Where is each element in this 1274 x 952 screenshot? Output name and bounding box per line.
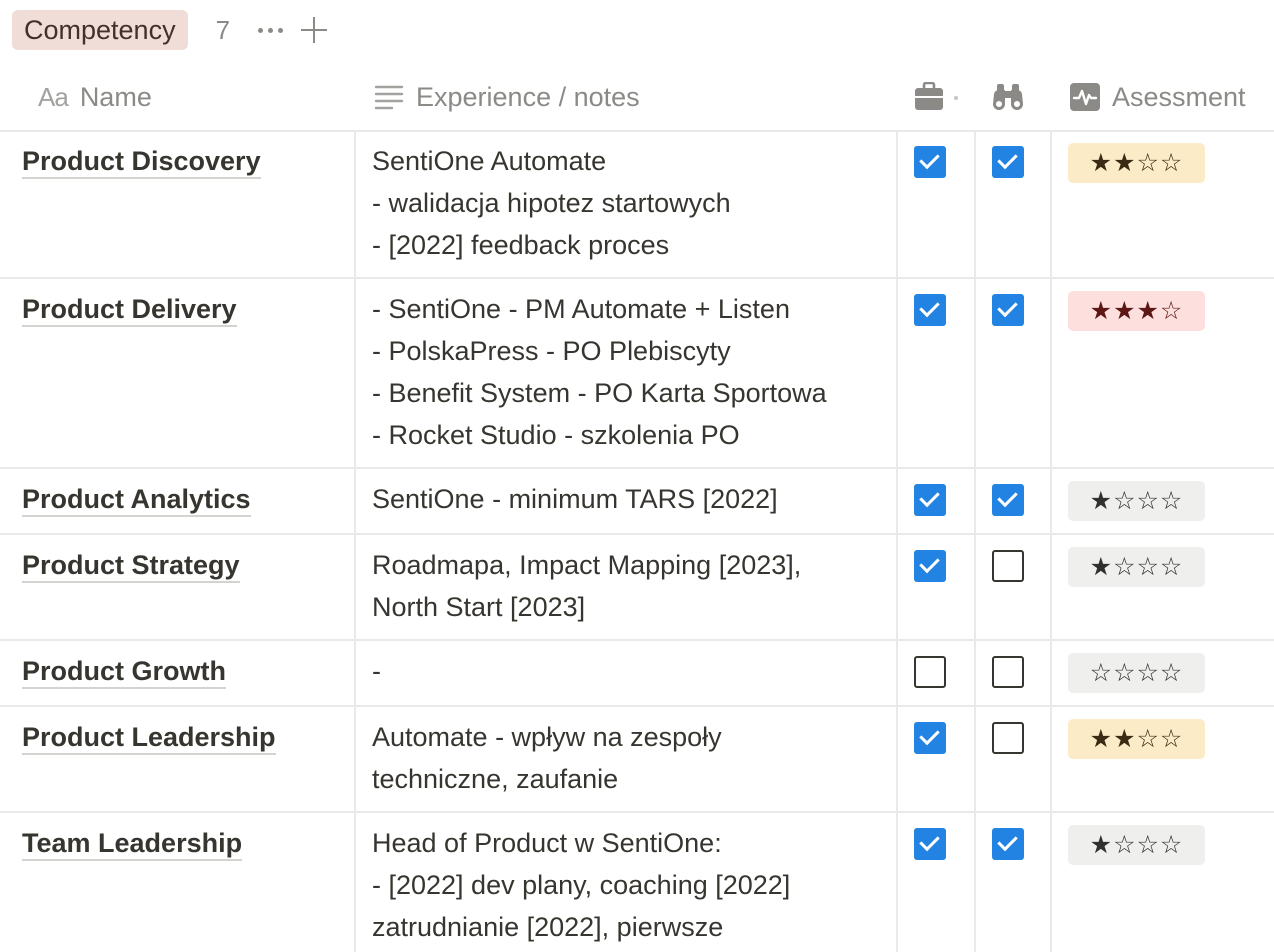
star-rating[interactable]: ★★★☆ — [1068, 291, 1205, 331]
row-notes[interactable]: Roadmapa, Impact Mapping [2023], North S… — [372, 544, 882, 628]
row-checkbox-binoculars[interactable] — [992, 722, 1024, 754]
row-notes[interactable]: Automate - wpływ na zespoły techniczne, … — [372, 716, 882, 800]
table-row: Product Strategy Roadmapa, Impact Mappin… — [0, 535, 1274, 641]
row-checkbox-binoculars[interactable] — [992, 294, 1024, 326]
row-checkbox-binoculars[interactable] — [992, 656, 1024, 688]
row-checkbox-binoculars[interactable] — [992, 146, 1024, 178]
star-rating[interactable]: ★☆☆☆ — [1068, 547, 1205, 587]
column-header-notes[interactable]: Experience / notes — [374, 64, 640, 130]
row-name[interactable]: Product Delivery — [22, 293, 237, 327]
row-checkbox-briefcase[interactable] — [914, 550, 946, 582]
briefcase-icon — [915, 82, 958, 110]
table-row: Product Discovery SentiOne Automate - wa… — [0, 131, 1274, 279]
row-checkbox-briefcase[interactable] — [914, 146, 946, 178]
binoculars-icon — [993, 84, 1023, 110]
row-checkbox-briefcase[interactable] — [914, 656, 946, 688]
row-checkbox-briefcase[interactable] — [914, 828, 946, 860]
row-name[interactable]: Product Leadership — [22, 721, 276, 755]
group-tag[interactable]: Competency — [12, 10, 188, 50]
group-count: 7 — [215, 14, 231, 45]
table-header: Aa Name Experience / notes Asessment — [0, 64, 1274, 132]
star-rating[interactable]: ★★☆☆ — [1068, 143, 1205, 183]
row-checkbox-briefcase[interactable] — [914, 294, 946, 326]
column-header-assessment[interactable]: Asessment — [1070, 64, 1246, 130]
table-row: Team Leadership Head of Product w SentiO… — [0, 813, 1274, 952]
row-checkbox-binoculars[interactable] — [992, 550, 1024, 582]
column-label-notes: Experience / notes — [416, 81, 640, 112]
row-checkbox-briefcase[interactable] — [914, 722, 946, 754]
row-checkbox-binoculars[interactable] — [992, 484, 1024, 516]
activity-icon — [1070, 83, 1100, 111]
star-rating[interactable]: ☆☆☆☆ — [1068, 653, 1205, 693]
group-header: Competency 7 — [12, 10, 328, 50]
row-checkbox-briefcase[interactable] — [914, 484, 946, 516]
row-name[interactable]: Team Leadership — [22, 827, 243, 861]
column-label-name: Name — [79, 81, 152, 112]
star-rating[interactable]: ★☆☆☆ — [1068, 825, 1205, 865]
add-icon[interactable] — [300, 16, 328, 44]
table-row: Product Analytics SentiOne - minimum TAR… — [0, 469, 1274, 535]
row-notes[interactable]: SentiOne - minimum TARS [2022] — [372, 478, 882, 520]
row-checkbox-binoculars[interactable] — [992, 828, 1024, 860]
table-row: Product Leadership Automate - wpływ na z… — [0, 707, 1274, 813]
row-name[interactable]: Product Strategy — [22, 549, 240, 583]
text-aa-icon: Aa — [38, 81, 69, 112]
column-header-binoculars[interactable] — [992, 64, 1024, 130]
row-notes[interactable]: SentiOne Automate - walidacja hipotez st… — [372, 140, 882, 266]
lines-icon — [374, 85, 404, 110]
row-notes[interactable]: Head of Product w SentiOne: - [2022] dev… — [372, 822, 882, 948]
row-notes[interactable]: - SentiOne - PM Automate + Listen - Pols… — [372, 288, 882, 456]
more-icon[interactable] — [254, 13, 288, 47]
row-name[interactable]: Product Analytics — [22, 483, 251, 517]
star-rating[interactable]: ★★☆☆ — [1068, 719, 1205, 759]
column-header-briefcase[interactable] — [914, 64, 958, 130]
star-rating[interactable]: ★☆☆☆ — [1068, 481, 1205, 521]
row-notes[interactable]: - — [372, 650, 882, 692]
row-name[interactable]: Product Discovery — [22, 145, 261, 179]
column-header-name[interactable]: Aa Name — [38, 64, 152, 130]
column-label-assessment: Asessment — [1112, 81, 1246, 112]
table-row: Product Growth - ☆☆☆☆ — [0, 641, 1274, 707]
row-name[interactable]: Product Growth — [22, 655, 226, 689]
table-row: Product Delivery - SentiOne - PM Automat… — [0, 279, 1274, 469]
